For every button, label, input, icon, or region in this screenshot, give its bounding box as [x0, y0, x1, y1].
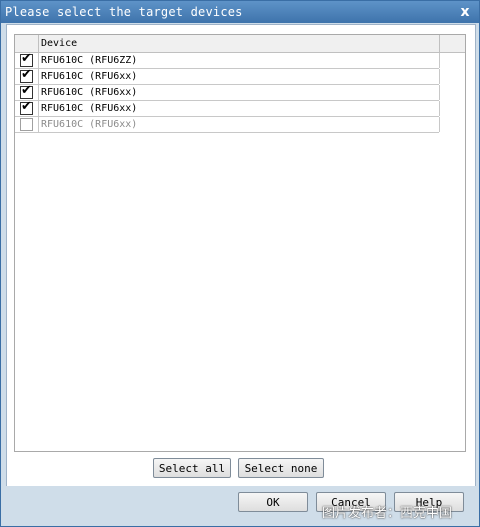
device-name: RFU610C (RFU6xx): [41, 103, 138, 114]
row-separator: [439, 101, 440, 116]
header-check-column: [15, 35, 39, 52]
checkmark-icon: ✔: [21, 99, 32, 114]
row-separator: [439, 69, 440, 84]
dialog-title: Please select the target devices: [5, 5, 243, 19]
select-none-button[interactable]: Select none: [238, 458, 324, 478]
close-icon[interactable]: x: [457, 4, 473, 20]
dialog-body: Device ✔ RFU610C (RFU6ZZ) ✔ RFU610C (RFU…: [6, 24, 476, 487]
ok-button[interactable]: OK: [238, 492, 308, 512]
checkmark-icon: ✔: [21, 67, 32, 82]
select-all-button[interactable]: Select all: [153, 458, 231, 478]
checkbox-cell: ✔: [15, 99, 39, 116]
list-header: Device: [15, 35, 465, 53]
device-row[interactable]: ✔ RFU610C (RFU6xx): [15, 99, 440, 117]
title-bar[interactable]: Please select the target devices x: [1, 1, 479, 23]
device-name: RFU610C (RFU6xx): [41, 119, 138, 130]
checkbox-cell: ✔: [15, 67, 39, 84]
device-checkbox[interactable]: [20, 118, 33, 131]
device-checkbox[interactable]: ✔: [20, 51, 33, 67]
header-device[interactable]: Device: [41, 38, 77, 49]
device-checkbox[interactable]: ✔: [20, 67, 33, 83]
checkbox-cell: ✔: [15, 83, 39, 100]
row-separator: [439, 53, 440, 68]
header-separator: [439, 35, 440, 52]
checkmark-icon: ✔: [21, 83, 32, 98]
row-separator: [439, 85, 440, 100]
device-checkbox[interactable]: ✔: [20, 99, 33, 115]
checkbox-cell: ✔: [15, 51, 39, 68]
watermark-text: 图片发布者：西克中国: [322, 506, 453, 521]
device-name: RFU610C (RFU6xx): [41, 87, 138, 98]
device-list[interactable]: Device ✔ RFU610C (RFU6ZZ) ✔ RFU610C (RFU…: [14, 34, 466, 452]
device-row[interactable]: ✔ RFU610C (RFU6xx): [15, 67, 440, 85]
device-row[interactable]: ✔ RFU610C (RFU6ZZ): [15, 51, 440, 69]
row-separator: [439, 117, 440, 132]
device-checkbox[interactable]: ✔: [20, 83, 33, 99]
checkmark-icon: ✔: [21, 51, 32, 66]
device-row[interactable]: ✔ RFU610C (RFU6xx): [15, 83, 440, 101]
device-name: RFU610C (RFU6xx): [41, 71, 138, 82]
device-row[interactable]: RFU610C (RFU6xx): [15, 117, 440, 133]
device-name: RFU610C (RFU6ZZ): [41, 55, 138, 66]
checkbox-cell: [15, 117, 39, 132]
select-devices-dialog: Please select the target devices x Devic…: [0, 0, 480, 527]
